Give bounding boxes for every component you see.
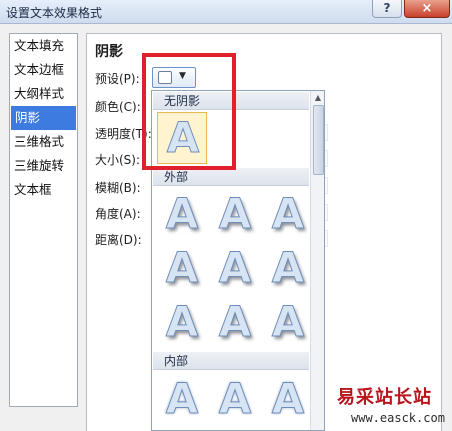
distance-label: 距离(D):: [95, 233, 142, 247]
preset-label: 预设(P):: [95, 72, 140, 86]
letter-a-glyph: A: [165, 243, 199, 293]
preset-outer-3[interactable]: A: [263, 189, 313, 241]
preset-inner-3[interactable]: A: [263, 374, 313, 426]
preset-outer-5[interactable]: A: [210, 243, 260, 295]
color-label: 颜色(C):: [95, 100, 141, 114]
scroll-up-icon[interactable]: ▲: [313, 93, 323, 103]
letter-a-glyph: A: [271, 374, 305, 424]
panel-title: 阴影: [95, 44, 123, 60]
sidebar-item-text-outline[interactable]: 文本边框: [10, 58, 77, 82]
letter-a-glyph: A: [165, 297, 199, 347]
preset-outer-1[interactable]: A: [157, 189, 207, 241]
section-header-inner: 内部: [153, 352, 309, 370]
watermark-url: www.easck.com: [351, 411, 445, 425]
preset-outer-9[interactable]: A: [263, 297, 313, 349]
sidebar-item-outline-style[interactable]: 大纲样式: [10, 82, 77, 106]
preset-outer-6[interactable]: A: [263, 243, 313, 295]
sidebar-item-3d-rotation[interactable]: 三维旋转: [10, 154, 77, 178]
size-label: 大小(S):: [95, 153, 141, 167]
letter-a-glyph: A: [218, 189, 252, 239]
sidebar-item-text-box[interactable]: 文本框: [10, 178, 77, 202]
section-header-outer: 外部: [153, 168, 309, 186]
preset-inner-1[interactable]: A: [157, 374, 207, 426]
category-list: 文本填充 文本边框 大纲样式 阴影 三维格式 三维旋转 文本框: [9, 33, 78, 407]
letter-a-glyph: A: [271, 189, 305, 239]
sidebar-item-3d-format[interactable]: 三维格式: [10, 130, 77, 154]
preset-inner-2[interactable]: A: [210, 374, 260, 426]
letter-a-glyph: A: [218, 243, 252, 293]
watermark-brand: 易采站长站: [337, 387, 432, 408]
sidebar-item-text-fill[interactable]: 文本填充: [10, 34, 77, 58]
letter-a-glyph: A: [271, 297, 305, 347]
scroll-thumb[interactable]: [313, 105, 324, 175]
letter-a-glyph: A: [165, 374, 199, 424]
letter-a-glyph: A: [218, 297, 252, 347]
watermark: 易采站长站 www.easck.com: [327, 383, 452, 431]
angle-label: 角度(A):: [95, 207, 141, 221]
preset-outer-4[interactable]: A: [157, 243, 207, 295]
preset-outer-7[interactable]: A: [157, 297, 207, 349]
letter-a-glyph: A: [271, 243, 305, 293]
blur-label: 模糊(B):: [95, 181, 141, 195]
letter-a-glyph: A: [165, 189, 199, 239]
gallery-scrollbar[interactable]: ▲: [310, 91, 324, 430]
preset-outer-8[interactable]: A: [210, 297, 260, 349]
help-button[interactable]: ?: [372, 0, 402, 18]
letter-a-glyph: A: [218, 374, 252, 424]
highlight-annotation: [142, 53, 236, 170]
close-button[interactable]: ×: [404, 0, 450, 18]
dialog-title: 设置文本效果格式: [6, 6, 103, 20]
preset-outer-2[interactable]: A: [210, 189, 260, 241]
title-bar: 设置文本效果格式 ? ×: [0, 0, 452, 24]
sidebar-item-shadow[interactable]: 阴影: [11, 106, 76, 130]
